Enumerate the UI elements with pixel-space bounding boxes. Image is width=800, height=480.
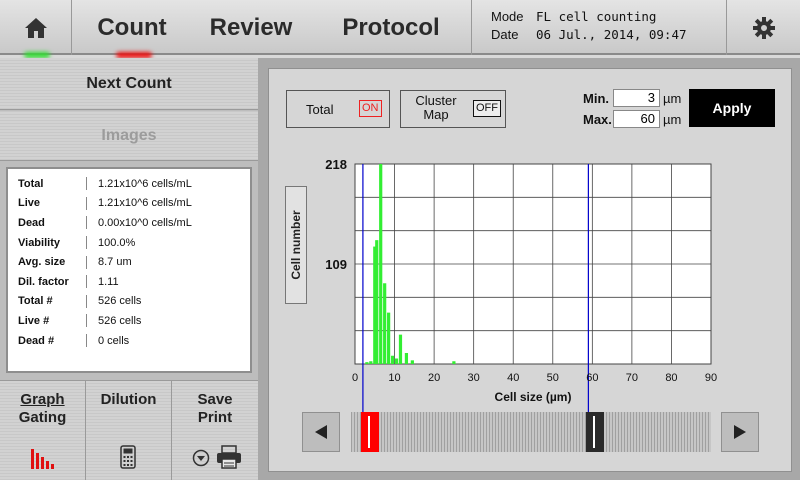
slider-left-button[interactable] bbox=[302, 412, 340, 452]
x-tick-label: 90 bbox=[705, 372, 717, 384]
y-tick-label: 218 bbox=[325, 157, 347, 172]
histogram-bar bbox=[452, 361, 456, 364]
gate-min-handle-grip bbox=[367, 416, 370, 448]
x-tick-label: 20 bbox=[428, 372, 440, 384]
histogram-bar bbox=[365, 362, 369, 364]
gate-max-handle[interactable] bbox=[586, 412, 605, 452]
gate-slider-track[interactable] bbox=[351, 412, 711, 452]
histogram-bar bbox=[390, 355, 395, 364]
x-axis-label: Cell size (µm) bbox=[495, 390, 572, 404]
x-tick-label: 0 bbox=[352, 372, 358, 384]
histogram-bar bbox=[383, 283, 387, 364]
slider-right-button[interactable] bbox=[721, 412, 759, 452]
histogram-bar bbox=[369, 361, 373, 364]
x-tick-label: 80 bbox=[665, 372, 677, 384]
histogram-chart: 0 10 20 30 40 50 60 70 80 90 109 218 Cell size (µm) bbox=[325, 157, 717, 418]
x-tick-label: 30 bbox=[468, 372, 480, 384]
x-tick-label: 50 bbox=[547, 372, 559, 384]
histogram-bar bbox=[398, 334, 403, 364]
histogram-bar bbox=[410, 360, 414, 364]
x-tick-label: 70 bbox=[626, 372, 638, 384]
histogram-bar bbox=[379, 164, 383, 364]
y-tick-label: 109 bbox=[325, 257, 347, 272]
triangle-right-icon bbox=[734, 425, 746, 439]
histogram-bar bbox=[394, 358, 399, 364]
histogram-bar bbox=[375, 240, 379, 364]
x-tick-label: 60 bbox=[586, 372, 598, 384]
gate-max-handle-grip bbox=[593, 416, 596, 448]
x-tick-label: 10 bbox=[388, 372, 400, 384]
histogram-bar bbox=[404, 352, 409, 364]
x-tick-label: 40 bbox=[507, 372, 519, 384]
gate-min-handle[interactable] bbox=[360, 412, 379, 452]
triangle-left-icon bbox=[315, 425, 327, 439]
histogram-bar bbox=[387, 312, 391, 364]
